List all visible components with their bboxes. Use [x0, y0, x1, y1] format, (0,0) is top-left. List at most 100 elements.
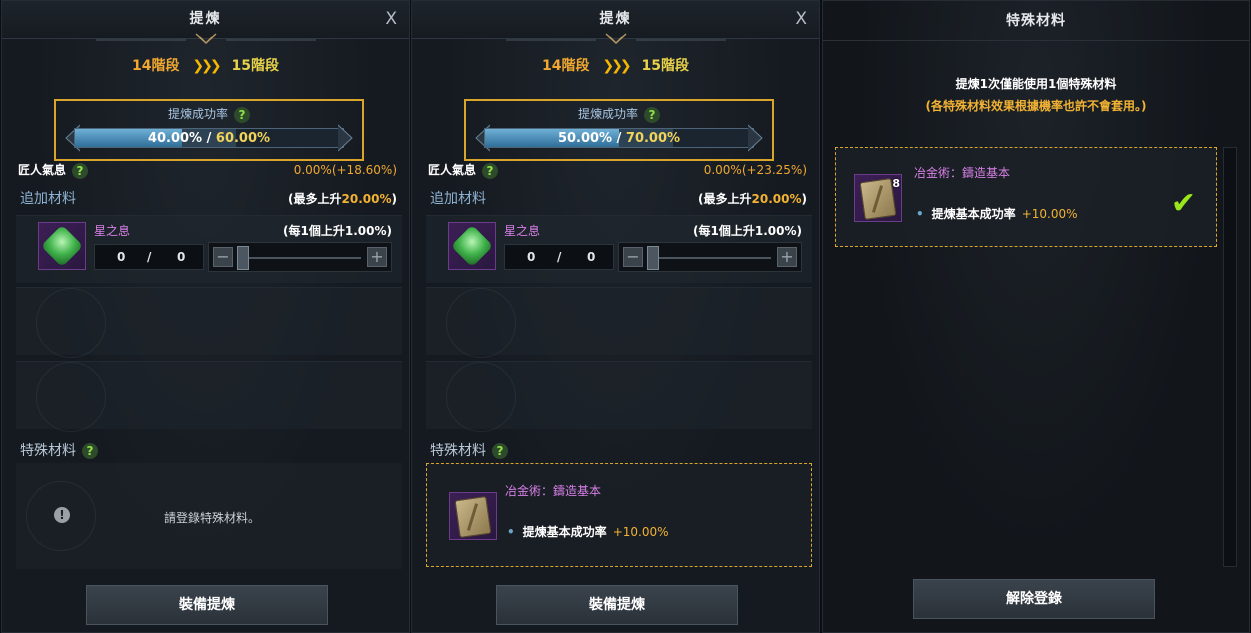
help-icon[interactable]: ? [482, 162, 499, 179]
checkmark-icon: ✔ [1170, 186, 1196, 221]
gem-icon [450, 224, 494, 268]
stage-from: 14階段 [132, 58, 180, 74]
special-materials-header: 特殊材料? [20, 440, 397, 460]
empty-material-row [426, 361, 812, 432]
material-slot[interactable] [38, 222, 86, 270]
deco-circle [36, 288, 106, 358]
bar-cap-right [748, 124, 763, 152]
bar-frame: 40.00% / 60.00% [74, 128, 344, 148]
usage-notice: 提煉1次僅能使用1個特殊材料 [955, 77, 1117, 91]
stage-to: 15階段 [641, 58, 689, 74]
ornament-icon [505, 33, 726, 45]
plus-icon[interactable]: + [777, 247, 797, 267]
bar-text: 40.00% / 60.00% [147, 131, 271, 146]
rate-max: 60.00% [215, 131, 271, 146]
unregister-button[interactable]: 解除登錄 [913, 579, 1155, 619]
special-materials-title: 特殊材料 [20, 443, 76, 459]
chevron-right-icon: ❯❯❯ [602, 58, 631, 74]
bullet-icon: • [916, 207, 924, 221]
craftsman-energy-row: 匠人氣息? 0.00%(+23.25%) [428, 161, 807, 181]
register-hint: 請登錄特殊材料。 [164, 511, 261, 525]
special-materials-header: 特殊材料? [430, 440, 807, 460]
close-icon[interactable]: X [385, 9, 397, 29]
minus-icon[interactable]: − [213, 247, 233, 267]
gem-icon [40, 224, 84, 268]
bullet-icon: • [507, 525, 515, 539]
material-slot[interactable] [448, 222, 496, 270]
minus-icon[interactable]: − [623, 247, 643, 267]
count-sep: / [557, 250, 562, 264]
special-item-effect-text: 提煉基本成功率 [522, 525, 607, 539]
success-rate-bar: 50.00% / 70.00% [474, 123, 764, 153]
special-material-slot[interactable]: ! 請登錄特殊材料。 [16, 463, 402, 569]
count-have: 0 [527, 250, 536, 264]
count-use: 0 [587, 250, 596, 264]
special-item-card[interactable]: 8 冶金術：鑄造基本 • 提煉基本成功率 +10.00% ✔ [835, 147, 1217, 247]
help-icon[interactable]: ? [72, 162, 89, 179]
special-item-slot: 8 [854, 174, 902, 222]
stage-progress: 14階段 ❯❯❯ 15階段 [2, 55, 409, 75]
stage-from: 14階段 [542, 58, 590, 74]
material-per-unit: (每1個上升1.00%) [693, 224, 802, 238]
plus-icon[interactable]: + [367, 247, 387, 267]
titlebar: 提煉 X [2, 1, 409, 45]
deco-circle [446, 288, 516, 358]
success-rate-label-text: 提煉成功率 [577, 107, 638, 121]
craftsman-energy-row: 匠人氣息? 0.00%(+18.60%) [18, 161, 397, 181]
craftsman-energy-label: 匠人氣息 [18, 163, 67, 177]
refine-button[interactable]: 裝備提煉 [86, 585, 328, 625]
max-bonus-value: 20.00% [751, 192, 802, 206]
craftsman-energy-value: 0.00%(+23.25%) [703, 163, 807, 177]
refine-panel-1: 提煉 X 14階段 ❯❯❯ 15階段 提煉成功率? 40.00% / 60.00… [1, 0, 410, 633]
help-icon[interactable]: ? [234, 106, 250, 123]
rate-max: 70.00% [625, 131, 681, 146]
help-icon[interactable]: ? [492, 443, 508, 459]
max-bonus: (最多上升20.00%) [698, 190, 807, 207]
material-name: 星之息 [94, 224, 131, 238]
success-rate-label-text: 提煉成功率 [167, 107, 228, 121]
special-item-effect-text: 提煉基本成功率 [931, 207, 1016, 221]
count-sep: / [147, 250, 152, 264]
slider-track [649, 257, 771, 259]
empty-material-row [16, 287, 402, 358]
special-item-slot [449, 492, 497, 540]
scrollbar[interactable] [1223, 147, 1237, 567]
refine-button[interactable]: 裝備提煉 [496, 585, 738, 625]
stage-progress: 14階段 ❯❯❯ 15階段 [412, 55, 819, 75]
success-rate-box: 提煉成功率? 40.00% / 60.00% [54, 99, 364, 161]
quantity-slider[interactable]: − + [618, 242, 802, 272]
help-icon[interactable]: ? [644, 106, 660, 123]
rate-current: 50.00% [557, 131, 613, 146]
chevron-right-icon: ❯❯❯ [192, 58, 221, 74]
material-count: 0 / 0 [504, 244, 614, 270]
probability-notice: (各特殊材料效果根據機率也許不會套用。) [925, 99, 1147, 113]
special-item-value: +10.00% [612, 525, 669, 539]
count-have: 0 [117, 250, 126, 264]
special-material-slot[interactable]: 冶金術：鑄造基本 • 提煉基本成功率 +10.00% [426, 463, 812, 567]
count-use: 0 [177, 250, 186, 264]
slider-thumb[interactable] [237, 246, 249, 270]
slider-track [239, 257, 361, 259]
close-icon[interactable]: X [795, 9, 807, 29]
material-count: 0 / 0 [94, 244, 204, 270]
warning-icon: ! [54, 507, 70, 523]
special-materials-title: 特殊材料 [430, 443, 486, 459]
max-bonus: (最多上升20.00%) [288, 190, 397, 207]
stage-to: 15階段 [231, 58, 279, 74]
material-row: 星之息 (每1個上升1.00%) 0 / 0 − + [16, 215, 402, 283]
help-icon[interactable]: ? [82, 443, 98, 459]
bar-cap-right [338, 124, 353, 152]
special-materials-panel: 特殊材料 提煉1次僅能使用1個特殊材料 (各特殊材料效果根據機率也許不會套用。)… [822, 0, 1250, 633]
material-name: 星之息 [504, 224, 541, 238]
slider-thumb[interactable] [647, 246, 659, 270]
special-item-name: 冶金術：鑄造基本 [505, 484, 602, 498]
additional-materials-header: 追加材料 (最多上升20.00%) [430, 188, 807, 208]
additional-materials-title: 追加材料 [430, 191, 486, 207]
special-item-name: 冶金術：鑄造基本 [914, 166, 1011, 180]
craftsman-energy-value: 0.00%(+18.60%) [293, 163, 397, 177]
quantity-slider[interactable]: − + [208, 242, 392, 272]
rate-current: 40.00% [147, 131, 203, 146]
success-rate-box: 提煉成功率? 50.00% / 70.00% [464, 99, 774, 161]
bar-frame: 50.00% / 70.00% [484, 128, 754, 148]
refine-panel-2: 提煉 X 14階段 ❯❯❯ 15階段 提煉成功率? 50.00% / 70.00… [411, 0, 820, 633]
